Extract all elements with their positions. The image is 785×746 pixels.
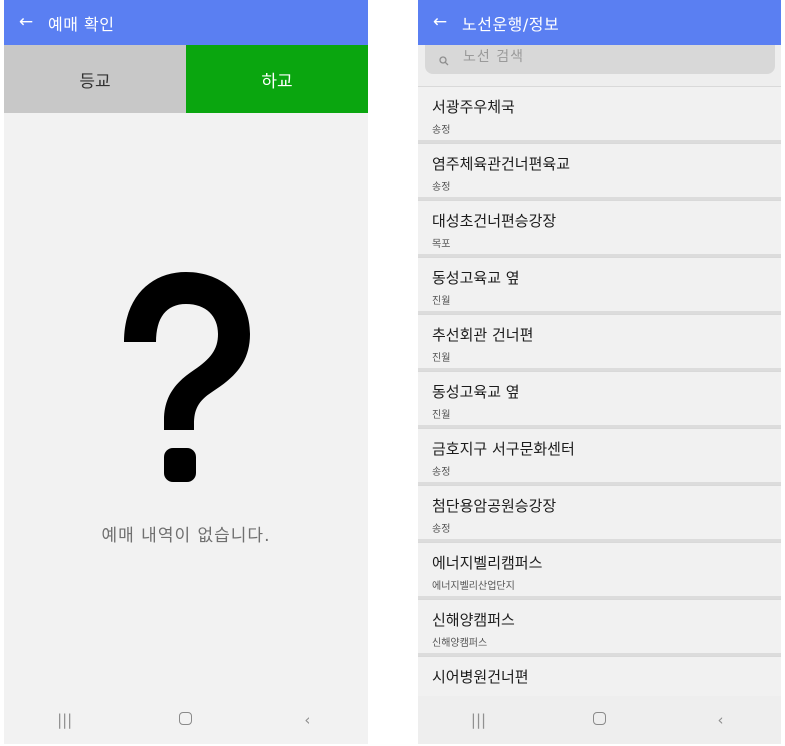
route-area: 신해양캠퍼스	[432, 638, 488, 649]
home-button[interactable]	[156, 711, 216, 729]
route-area: 에너지벨리산업단지	[432, 581, 515, 592]
list-item[interactable]: 신해양캠퍼스 신해양캠퍼스	[418, 599, 781, 656]
list-item[interactable]: 동성고육교 옆 진월	[418, 257, 781, 314]
route-area: 진월	[432, 353, 451, 364]
home-icon	[179, 712, 193, 725]
tab-school-out[interactable]: 하교	[186, 45, 368, 113]
route-name: 동성고육교 옆	[432, 269, 520, 287]
list-item[interactable]: 에너지벨리캠퍼스 에너지벨리산업단지	[418, 542, 781, 599]
route-name: 추선회관 건너편	[432, 326, 534, 344]
route-name: 에너지벨리캠퍼스	[432, 554, 543, 572]
list-item[interactable]: 염주체육관건너편육교 송정	[418, 143, 781, 200]
search-placeholder: 노선 검색	[463, 49, 524, 65]
route-name: 신해양캠퍼스	[432, 611, 515, 629]
page-title: 노선운행/정보	[462, 14, 560, 34]
app-bar: ← 예매 확인	[4, 0, 368, 45]
route-name: 염주체육관건너편육교	[432, 155, 571, 173]
list-item[interactable]: 금호지구 서구문화센터 송정	[418, 428, 781, 485]
list-item[interactable]: 동성고육교 옆 진월	[418, 371, 781, 428]
route-list: 서광주우체국 송정 염주체육관건너편육교 송정 대성초건너편승강장 목포 동성고…	[418, 86, 781, 696]
booking-check-screen: ← 예매 확인 등교 하교 예매 내역이 없습니다. ||| ‹	[4, 0, 368, 744]
route-name: 시어병원건너편	[432, 668, 529, 686]
list-item[interactable]: 첨단용암공원승강장 송정	[418, 485, 781, 542]
home-button[interactable]	[570, 711, 630, 729]
nav-back-button[interactable]: ‹	[277, 711, 337, 729]
route-name: 금호지구 서구문화센터	[432, 440, 575, 458]
list-item[interactable]: 추선회관 건너편 진월	[418, 314, 781, 371]
system-navigation-bar: ||| ‹	[418, 696, 781, 744]
list-item[interactable]: 서광주우체국 송정	[418, 86, 781, 143]
question-mark-icon	[124, 272, 250, 482]
recent-apps-button[interactable]: |||	[35, 711, 95, 729]
route-name: 서광주우체국	[432, 98, 515, 116]
route-area: 송정	[432, 182, 451, 193]
list-item[interactable]: 대성초건너편승강장 목포	[418, 200, 781, 257]
route-info-screen: ← 노선운행/정보 노선 검색 서광주우체국 송정 염주체육관건너편육교 송정 …	[418, 0, 781, 744]
tab-school-in[interactable]: 등교	[4, 45, 186, 113]
empty-message: 예매 내역이 없습니다.	[101, 526, 271, 546]
route-name: 동성고육교 옆	[432, 383, 520, 401]
route-name: 첨단용암공원승강장	[432, 497, 557, 515]
tab-bar: 등교 하교	[4, 45, 368, 113]
route-area: 송정	[432, 125, 451, 136]
back-arrow-icon[interactable]: ←	[4, 0, 48, 45]
route-area: 진월	[432, 296, 451, 307]
route-area: 송정	[432, 467, 451, 478]
route-area: 목포	[432, 239, 451, 250]
route-area: 송정	[432, 524, 451, 535]
page-title: 예매 확인	[48, 14, 115, 34]
search-icon	[439, 56, 449, 66]
home-icon	[593, 712, 606, 725]
route-name: 대성초건너편승강장	[432, 212, 557, 230]
system-navigation-bar: ||| ‹	[4, 696, 368, 744]
recent-apps-button[interactable]: |||	[449, 711, 509, 729]
back-arrow-icon[interactable]: ←	[418, 0, 462, 45]
nav-back-button[interactable]: ‹	[691, 711, 751, 729]
route-area: 진월	[432, 410, 451, 421]
app-bar: ← 노선운행/정보	[418, 0, 781, 45]
list-item[interactable]: 시어병원건너편	[418, 656, 781, 696]
